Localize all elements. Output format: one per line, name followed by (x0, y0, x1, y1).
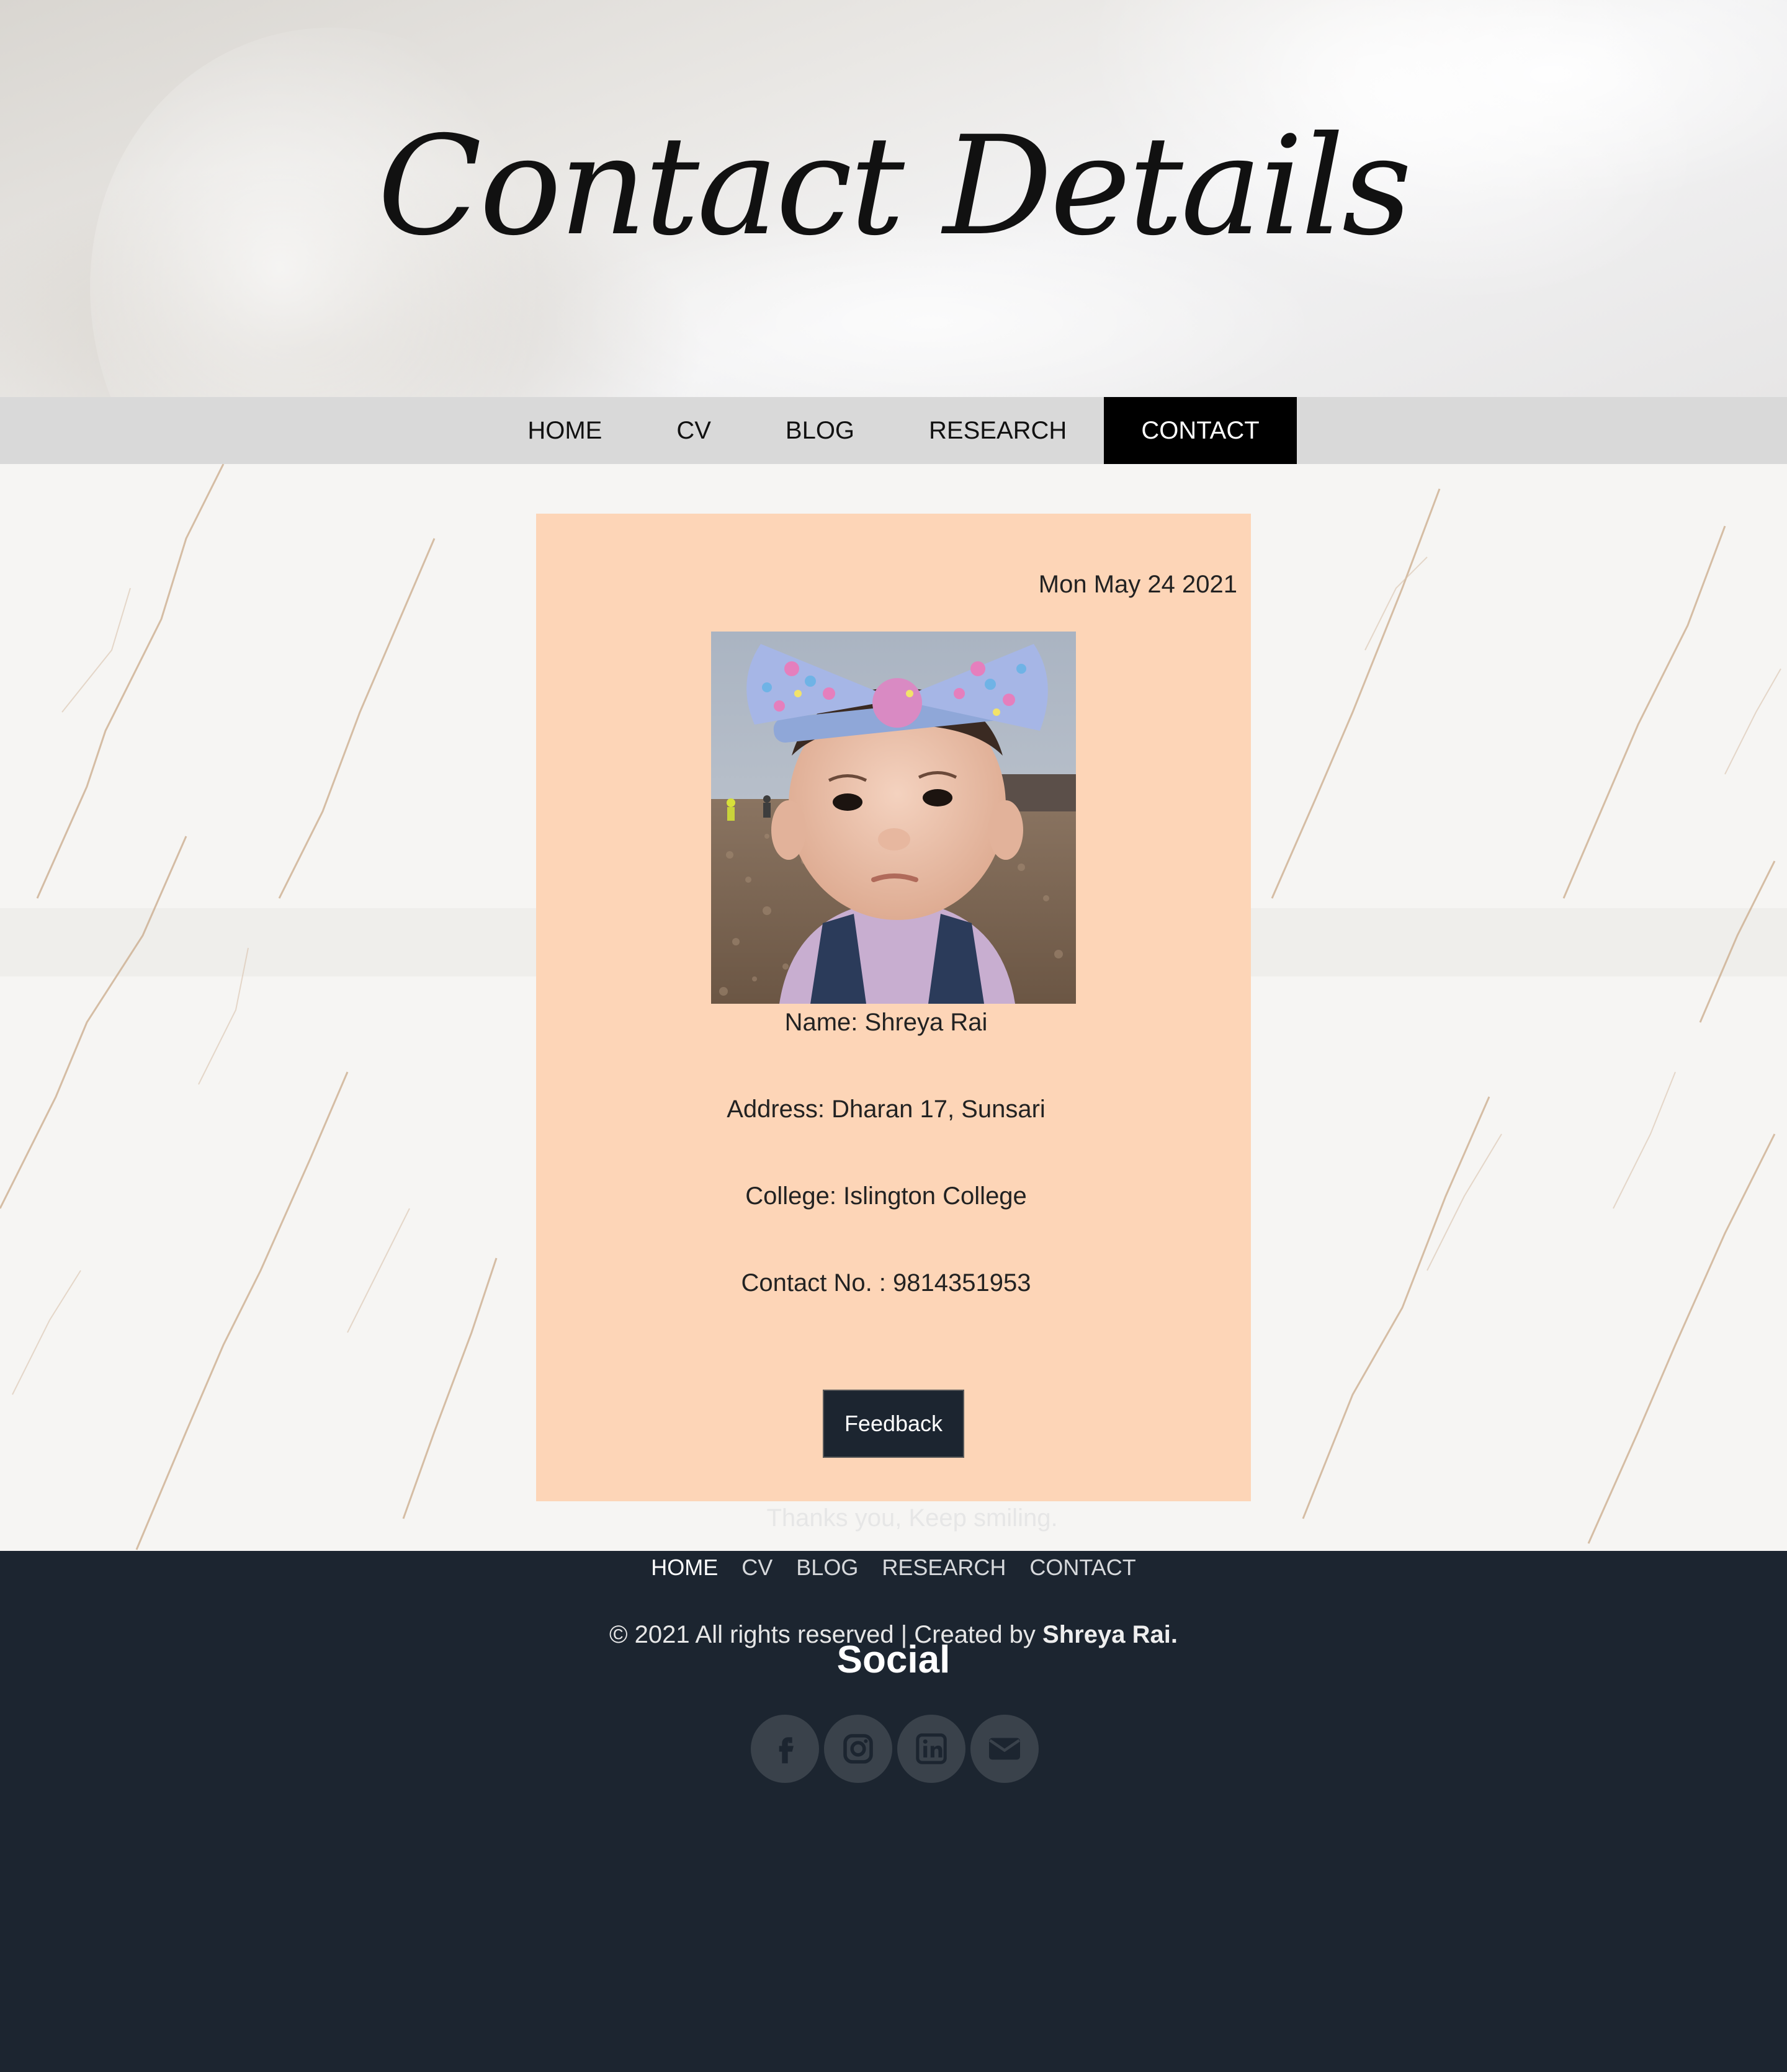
nav-cv[interactable]: CV (639, 397, 748, 464)
thanks-message: Thanks you, Keep smiling. (766, 1504, 1058, 1532)
college-text: College: Islington College (745, 1182, 1027, 1210)
instagram-icon[interactable] (824, 1715, 892, 1783)
nav-home[interactable]: HOME (490, 397, 639, 464)
footer-nav-cv[interactable]: CV (741, 1555, 773, 1581)
facebook-icon[interactable] (751, 1715, 819, 1783)
footer-nav-home[interactable]: HOME (651, 1555, 718, 1581)
copyright-text: © 2021 All rights reserved | Created by (609, 1621, 1043, 1648)
linkedin-icon[interactable] (897, 1715, 965, 1783)
address-text: Address: Dharan 17, Sunsari (727, 1096, 1046, 1123)
footer-nav-research[interactable]: RESEARCH (882, 1555, 1006, 1581)
footer-nav-contact[interactable]: CONTACT (1029, 1555, 1135, 1581)
footer-nav-blog[interactable]: BLOG (796, 1555, 858, 1581)
feedback-button[interactable]: Feedback (823, 1390, 964, 1458)
hero-banner: Contact Details (0, 0, 1787, 397)
page-title: Contact Details (377, 107, 1412, 266)
copyright: © 2021 All rights reserved | Created by … (0, 1621, 1787, 1649)
marble-background: Mon May 24 2021 Name: Shreya Rai Address… (0, 464, 1787, 1551)
nav-blog[interactable]: BLOG (748, 397, 892, 464)
nav-contact[interactable]: CONTACT (1104, 397, 1297, 464)
contact-card: Mon May 24 2021 Name: Shreya Rai Address… (536, 514, 1251, 1501)
envelope-icon[interactable] (970, 1715, 1039, 1783)
contact-number-text: Contact No. : 9814351953 (741, 1269, 1031, 1297)
profile-photo-illustration (711, 632, 1076, 1004)
profile-photo (711, 632, 1076, 1004)
footer-nav: HOME CV BLOG RESEARCH CONTACT (0, 1555, 1787, 1581)
author-name: Shreya Rai. (1042, 1621, 1178, 1648)
current-date: Mon May 24 2021 (1038, 571, 1237, 598)
nav-research[interactable]: RESEARCH (892, 397, 1104, 464)
main-nav: HOME CV BLOG RESEARCH CONTACT (0, 397, 1787, 464)
name-text: Name: Shreya Rai (784, 1009, 988, 1036)
social-icons (751, 1715, 1039, 1783)
